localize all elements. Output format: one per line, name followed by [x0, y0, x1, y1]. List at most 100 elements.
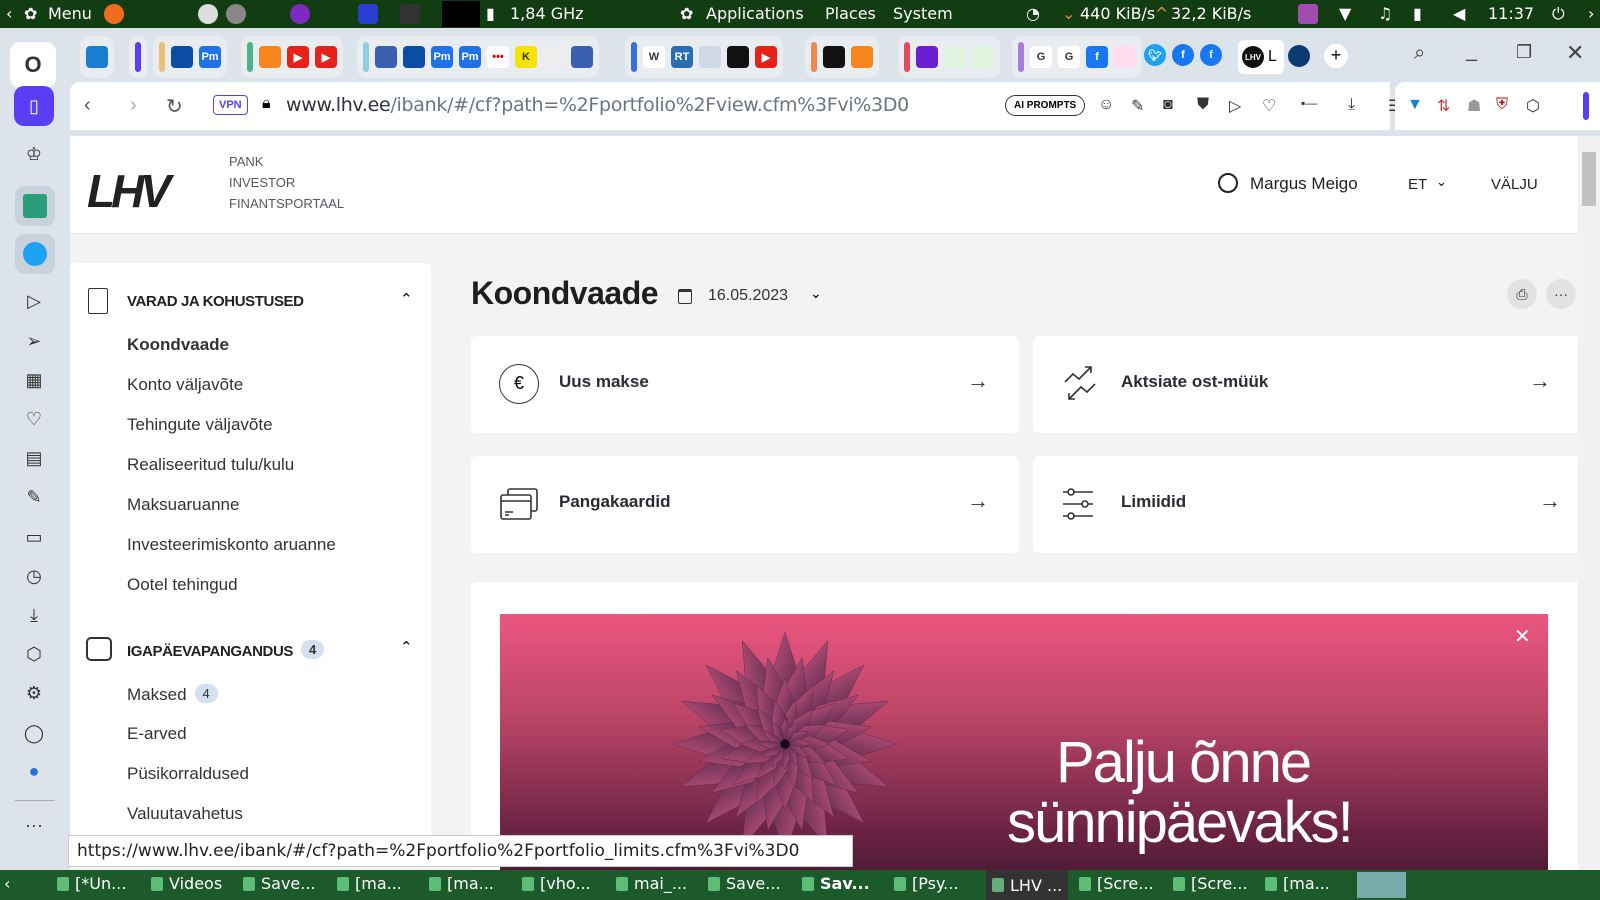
- language-select[interactable]: ET: [1408, 176, 1427, 193]
- power-icon[interactable]: ⏻: [1552, 4, 1565, 24]
- pin-page-icon[interactable]: ✎: [1131, 96, 1144, 116]
- page-scrollbar[interactable]: [1578, 136, 1600, 870]
- chevron-up-icon[interactable]: ⌃: [400, 290, 413, 308]
- nav-maksed[interactable]: Maksed: [127, 685, 187, 704]
- scrollbar-thumb[interactable]: [1582, 152, 1596, 206]
- taskbar-item[interactable]: [ma...: [1265, 874, 1330, 893]
- tabs-icon[interactable]: ▭: [17, 520, 51, 554]
- tab-favicon-g[interactable]: G: [1058, 46, 1080, 68]
- tab-group[interactable]: [80, 36, 114, 78]
- nav-konto-valjavote[interactable]: Konto väljavõte: [127, 375, 243, 395]
- vpn-badge[interactable]: VPN: [213, 95, 248, 115]
- more-options-button[interactable]: ···: [1546, 279, 1576, 309]
- nav-ootel-tehingud[interactable]: Ootel tehingud: [127, 575, 238, 595]
- taskbar-item[interactable]: [vho...: [522, 874, 591, 893]
- nav-tehingute-valjavote[interactable]: Tehingute väljavõte: [127, 415, 273, 435]
- taskbar-opera-button[interactable]: [1357, 872, 1406, 898]
- tab-favicon-vivaldi[interactable]: [86, 46, 108, 68]
- taskbar-left-arrow[interactable]: ‹: [4, 874, 10, 893]
- reading-list-icon[interactable]: ▯: [14, 86, 54, 126]
- opera-logo-icon[interactable]: O: [10, 42, 56, 88]
- user-name[interactable]: Margus Meigo: [1250, 174, 1358, 194]
- taskbar-item[interactable]: mai_...: [616, 874, 687, 893]
- tab-favicon-dots[interactable]: [543, 46, 565, 68]
- date-picker[interactable]: 16.05.2023: [708, 287, 788, 305]
- tab-favicon-pm[interactable]: Pm: [459, 46, 481, 68]
- player-icon[interactable]: ▷: [17, 284, 51, 318]
- pin-icon[interactable]: ✎: [17, 480, 51, 514]
- tab-favicon-doc[interactable]: [699, 46, 721, 68]
- print-button[interactable]: ⎙: [1507, 279, 1537, 309]
- logout-button[interactable]: VÄLJU: [1491, 176, 1538, 193]
- section-varad-ja-kohustused[interactable]: VARAD JA KOHUSTUSED: [127, 293, 304, 310]
- cube-icon[interactable]: ⬡: [17, 637, 51, 671]
- tab-favicon-g[interactable]: G: [1030, 46, 1052, 68]
- taskbar-item[interactable]: Sav...: [802, 874, 870, 893]
- downloads-icon[interactable]: ⤓: [17, 598, 51, 632]
- heart-icon[interactable]: ♡: [1262, 96, 1276, 116]
- tab-favicon-k[interactable]: K: [515, 46, 537, 68]
- tab-favicon-youtube[interactable]: ▶: [287, 46, 309, 68]
- chat-icon[interactable]: ●: [17, 754, 51, 788]
- nav-e-arved[interactable]: E-arved: [127, 724, 187, 744]
- audio-app-icon[interactable]: [1298, 4, 1318, 24]
- tab-group[interactable]: GGf: [1012, 36, 1142, 78]
- tab-group[interactable]: W RT ▶: [625, 36, 783, 78]
- new-tab-button[interactable]: +: [1324, 44, 1348, 68]
- download-icon[interactable]: ⤓: [1348, 96, 1355, 114]
- lhv-logo[interactable]: LHV: [87, 164, 171, 218]
- tab-favicon-facebook[interactable]: f: [1200, 44, 1222, 66]
- nav-pusikorraldused[interactable]: Püsikorraldused: [127, 764, 249, 784]
- card-aktsiate-ost-muuk[interactable]: Aktsiate ost-müük →: [1033, 336, 1578, 433]
- panel-left-arrow[interactable]: ‹: [6, 4, 12, 23]
- tab-group[interactable]: ▶ ▶: [241, 36, 343, 78]
- news-icon[interactable]: ▤: [17, 441, 51, 475]
- forward-button[interactable]: ›: [130, 94, 137, 117]
- settings-icon[interactable]: [226, 4, 246, 24]
- system-menu[interactable]: System: [893, 4, 953, 23]
- reload-button[interactable]: ↻: [166, 94, 183, 119]
- tab-favicon-err[interactable]: [171, 46, 193, 68]
- tab-favicon-archive[interactable]: [727, 46, 749, 68]
- close-banner-button[interactable]: ✕: [1514, 624, 1531, 649]
- nav-investor[interactable]: INVESTOR: [229, 175, 295, 190]
- tab-favicon-flag[interactable]: [375, 46, 397, 68]
- ai-prompts-button[interactable]: AI PROMPTS: [1005, 95, 1086, 116]
- nav-realiseeritud[interactable]: Realiseeritud tulu/kulu: [127, 455, 294, 475]
- applications-menu[interactable]: Applications: [706, 4, 804, 23]
- lock-icon[interactable]: 🔒︎: [262, 95, 271, 113]
- tab-favicon-w[interactable]: W: [643, 46, 665, 68]
- nav-maksuaruanne[interactable]: Maksuaruanne: [127, 495, 239, 515]
- taskbar-item[interactable]: Save...: [243, 874, 316, 893]
- tab-favicon-flickr[interactable]: •••: [487, 46, 509, 68]
- tab-group[interactable]: [898, 36, 1000, 78]
- send-icon[interactable]: ➢: [17, 324, 51, 358]
- vivaldi-extension-icon[interactable]: ▼: [1407, 96, 1423, 114]
- nav-finantsportaal[interactable]: FINANTSPORTAAL: [229, 196, 344, 211]
- clock[interactable]: 11:37: [1488, 4, 1534, 23]
- tab-favicon-metamask[interactable]: [259, 46, 281, 68]
- tab-favicon-twitter[interactable]: 🐦︎: [1144, 44, 1166, 66]
- tab-active-lhv[interactable]: LHV L: [1238, 40, 1284, 74]
- menu-button[interactable]: Menu: [48, 4, 92, 23]
- nav-valuutavahetus[interactable]: Valuutavahetus: [127, 804, 243, 824]
- settings-icon[interactable]: ⚙: [17, 676, 51, 710]
- ublock-icon[interactable]: ⛨: [1496, 96, 1508, 114]
- tab-favicon-mail[interactable]: [916, 46, 938, 68]
- updown-extension-icon[interactable]: ⇅: [1437, 96, 1450, 116]
- send-icon[interactable]: ▷: [1229, 96, 1241, 116]
- taskbar-item[interactable]: [ma...: [337, 874, 402, 893]
- tab-group[interactable]: [129, 36, 147, 78]
- taskbar-item[interactable]: Videos: [151, 874, 222, 893]
- tab-favicon-blank[interactable]: [972, 46, 994, 68]
- taskbar-item[interactable]: Save...: [708, 874, 781, 893]
- tab-favicon-youtube[interactable]: ▶: [755, 46, 777, 68]
- restore-icon[interactable]: ❐: [1516, 42, 1532, 63]
- tab-favicon-signature[interactable]: [1288, 45, 1310, 67]
- notifications-icon[interactable]: ♫: [1378, 4, 1392, 23]
- volume-icon[interactable]: ◀: [1453, 4, 1465, 23]
- apps-grid-icon[interactable]: ▦: [17, 363, 51, 397]
- extensions-icon[interactable]: ⬡: [1526, 96, 1540, 116]
- tab-favicon-pm[interactable]: Pm: [199, 46, 221, 68]
- close-window-icon[interactable]: ✕: [1566, 40, 1584, 66]
